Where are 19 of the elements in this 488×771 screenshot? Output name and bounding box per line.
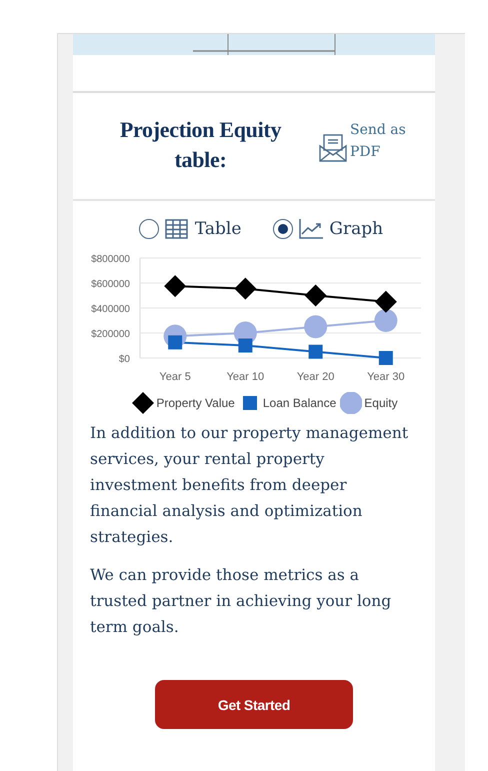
x-axis-label: Year 5 — [159, 371, 191, 383]
section-title: Projection Equity table: — [118, 116, 282, 174]
y-axis-label: $200000 — [91, 329, 130, 340]
legend-label: Loan Balance — [262, 396, 336, 410]
y-axis-label: $800000 — [91, 254, 130, 265]
legend-label: Property Value — [156, 396, 235, 410]
x-axis-label: Year 30 — [367, 371, 405, 383]
body-paragraph: We can provide those metrics as a trusted partner in achieving your long term goals. — [90, 565, 392, 638]
y-axis-label: $400000 — [91, 304, 130, 315]
x-axis-label: Year 10 — [226, 371, 264, 383]
x-axis-label: Year 20 — [296, 371, 334, 383]
body-paragraph: In addition to our property management services, your rental property investment benefits from deeper financial analysis and optimization strategies. — [90, 423, 410, 548]
send-pdf-link[interactable]: Send as PDF — [350, 119, 420, 163]
legend-label: Equity — [364, 396, 398, 410]
view-option-label: Table — [194, 219, 242, 239]
y-axis-label: $600000 — [91, 279, 130, 290]
view-option-label: Graph — [329, 219, 384, 239]
get-started-button[interactable]: Get Started — [155, 680, 353, 729]
y-axis-label: $0 — [118, 354, 130, 365]
